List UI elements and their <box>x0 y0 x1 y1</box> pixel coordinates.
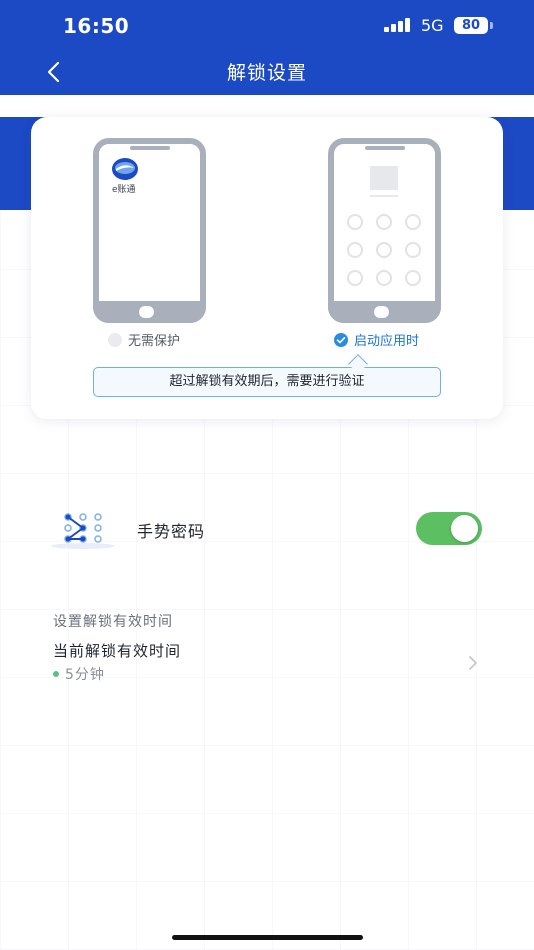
option-on-app-launch[interactable]: 启动应用时 <box>334 330 419 349</box>
signal-icon <box>384 18 412 32</box>
option-label: 无需保护 <box>128 334 181 349</box>
pattern-dot <box>405 242 421 258</box>
unlock-duration-section-title: 设置解锁有效时间 <box>53 614 173 630</box>
battery-icon: 80 <box>454 17 488 34</box>
chevron-right-icon <box>469 656 477 670</box>
pattern-dot <box>405 270 421 286</box>
text-placeholder <box>370 195 398 197</box>
phone-bezel <box>328 301 441 323</box>
unlock-mode-card: e账通 无需保护 启动应用时 超过解锁有效期后，需要进行验证 <box>31 117 503 419</box>
home-indicator[interactable] <box>172 935 363 940</box>
pattern-dot <box>347 214 363 230</box>
hint-tooltip: 超过解锁有效期后，需要进行验证 <box>93 367 441 397</box>
network-type: 5G <box>421 16 444 35</box>
status-time: 16:50 <box>63 14 130 38</box>
phone-home-button <box>374 306 389 318</box>
gesture-password-row: 手势密码 <box>0 500 534 560</box>
phone-speaker <box>365 146 405 150</box>
phone-speaker <box>130 146 170 150</box>
pattern-dot <box>376 270 392 286</box>
battery-tip <box>490 22 493 29</box>
gesture-password-label: 手势密码 <box>137 522 206 541</box>
pattern-dot <box>376 214 392 230</box>
nav-bar: 解锁设置 <box>0 50 534 94</box>
unlock-duration-label: 当前解锁有效时间 <box>53 642 182 660</box>
avatar-placeholder <box>370 166 398 190</box>
phone-illustration-no-protection: e账通 <box>93 138 206 323</box>
app-logo-icon <box>112 158 138 180</box>
checkmark-circle-icon <box>334 332 348 347</box>
unlock-duration-row[interactable]: 当前解锁有效时间 5分钟 <box>0 636 534 692</box>
phone-illustration-lock-screen <box>328 138 441 323</box>
option-label: 启动应用时 <box>354 334 420 349</box>
unlock-duration-value-wrap: 5分钟 <box>53 664 105 684</box>
gesture-pattern-icon <box>51 513 115 549</box>
phone-bezel <box>93 301 206 323</box>
gesture-password-toggle[interactable] <box>416 512 482 545</box>
status-bar: 16:50 5G 80 <box>0 0 534 50</box>
pattern-dot <box>347 242 363 258</box>
unlock-duration-value: 5分钟 <box>65 667 105 683</box>
pattern-dot <box>376 242 392 258</box>
status-dot <box>53 671 59 677</box>
app-name-label: e账通 <box>112 185 136 195</box>
phone-home-button <box>139 306 154 318</box>
pattern-dot <box>405 214 421 230</box>
radio-unchecked-icon <box>108 332 122 347</box>
pattern-dot <box>347 270 363 286</box>
page-title: 解锁设置 <box>226 62 307 84</box>
option-no-protection[interactable]: 无需保护 <box>108 330 180 349</box>
toggle-knob <box>451 515 478 542</box>
